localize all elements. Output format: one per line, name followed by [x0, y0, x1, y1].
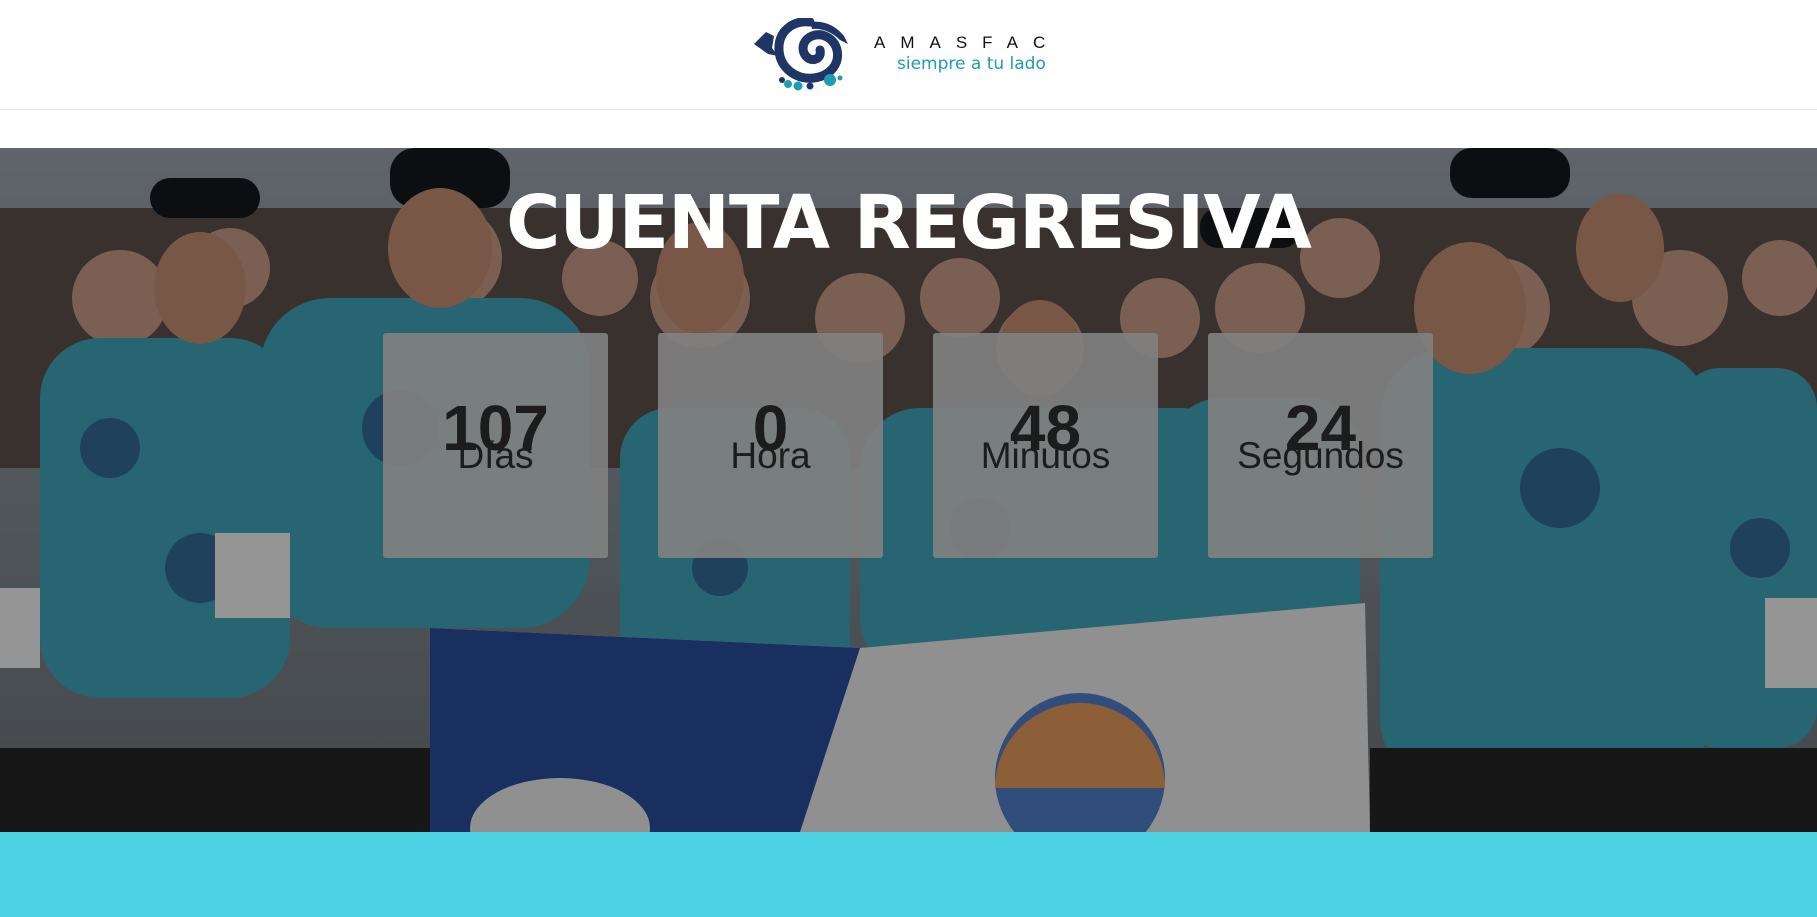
countdown-hours: 0 Hora — [658, 333, 883, 558]
countdown-title: CUENTA REGRESIVA — [506, 180, 1312, 266]
amasfac-spiral-icon — [754, 18, 848, 91]
days-label: Días — [457, 435, 534, 476]
hours-label: Hora — [730, 435, 811, 476]
countdown-timer: 107 Días 0 Hora 48 Minutos 24 Segundos — [383, 333, 1433, 558]
countdown-minutes: 48 Minutos — [933, 333, 1158, 558]
countdown-seconds: 24 Segundos — [1208, 333, 1433, 558]
brand-tagline: siempre a tu lado — [897, 54, 1046, 74]
nav-spacer — [0, 110, 1817, 148]
countdown-hero: CUENTA REGRESIVA 107 Días 0 Hora 48 Minu… — [0, 148, 1817, 832]
amasfac-logo[interactable]: AMASFAC siempre a tu lado — [752, 18, 1062, 92]
accent-section — [0, 832, 1817, 917]
brand-name: AMASFAC — [874, 33, 1061, 52]
countdown-days: 107 Días — [383, 333, 608, 558]
seconds-label: Segundos — [1237, 435, 1404, 476]
minutes-label: Minutos — [980, 435, 1111, 476]
site-header: AMASFAC siempre a tu lado — [0, 0, 1817, 110]
